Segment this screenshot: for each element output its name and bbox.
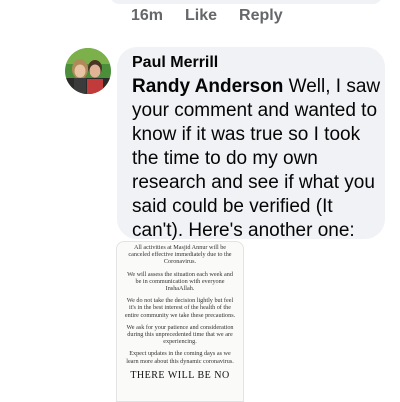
notice-paragraph: Expect updates in the coming days as we … <box>126 350 234 365</box>
comment-text-line: the time to do my own <box>132 148 318 169</box>
notice-heading: THERE WILL BE NO <box>130 369 230 381</box>
comment-timestamp[interactable]: 16m <box>131 7 163 25</box>
notice-paragraph: All activities at Masjid Annur will be c… <box>128 244 232 266</box>
avatar[interactable] <box>65 48 111 94</box>
comment-text-line: your comment and wanted to <box>132 100 378 121</box>
notice-paragraph: We will assess the situation each week a… <box>127 270 233 293</box>
like-button[interactable]: Like <box>185 7 217 25</box>
comment-mention[interactable]: Randy Anderson <box>132 76 283 97</box>
comment-bubble: Paul Merrill Randy Anderson Well, I saw … <box>117 47 385 241</box>
comment-text-line: Well, I saw <box>283 76 381 97</box>
notice-paragraph: We ask for your patience and considerati… <box>126 323 234 346</box>
attached-image[interactable]: All activities at Masjid Annur will be c… <box>116 241 244 402</box>
previous-comment-bubble <box>110 0 382 4</box>
comment-text-line: know if it was true so I took <box>132 124 361 145</box>
reply-button[interactable]: Reply <box>239 7 283 25</box>
comment-text: Randy Anderson Well, I saw your comment … <box>132 75 384 243</box>
comment-text-line: said could be verified (It <box>132 196 333 217</box>
comment-text-line: research and see if what you <box>132 172 375 193</box>
avatar-photo <box>65 48 111 94</box>
notice-paragraph: We do not take the decision lightly but … <box>124 297 236 319</box>
previous-comment-actions: 16m Like Reply <box>131 5 283 27</box>
comment-author-name[interactable]: Paul Merrill <box>132 54 218 72</box>
comment-text-line: can't). Here's another one: <box>132 220 355 241</box>
